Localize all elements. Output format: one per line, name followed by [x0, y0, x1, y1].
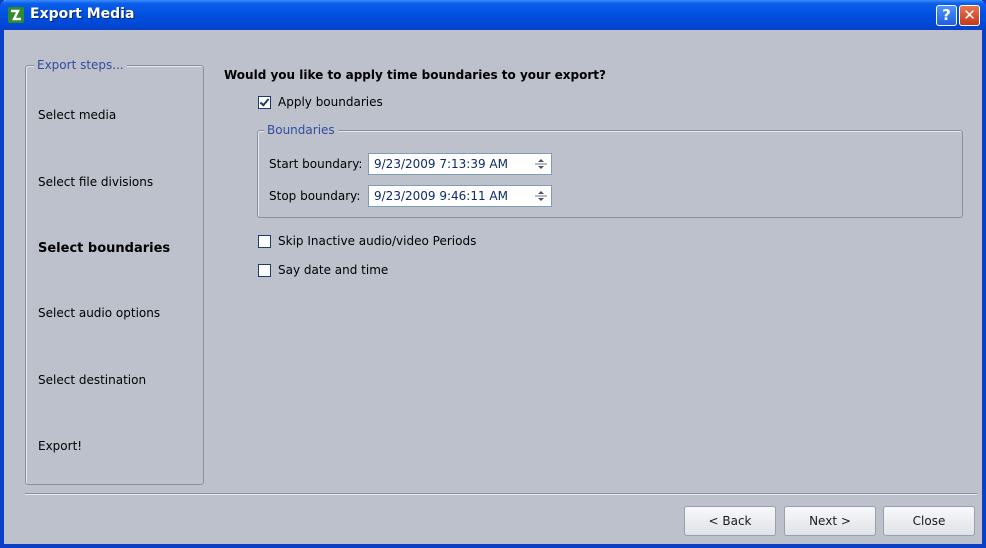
spin-arrows-icon[interactable] — [534, 189, 548, 203]
boundaries-question: Would you like to apply time boundaries … — [224, 68, 606, 82]
spin-arrows-icon[interactable] — [534, 157, 548, 171]
window-title: Export Media — [30, 6, 135, 22]
help-button[interactable]: ? — [936, 5, 957, 26]
start-boundary-label: Start boundary: — [269, 157, 363, 171]
say-date-time-label: Say date and time — [278, 263, 389, 277]
next-button[interactable]: Next > — [784, 506, 876, 536]
skip-inactive-checkbox[interactable] — [258, 234, 271, 248]
app-logo-icon — [8, 7, 24, 23]
step-select-boundaries[interactable]: Select boundaries — [38, 241, 170, 256]
boundaries-group — [257, 130, 963, 218]
apply-boundaries-checkbox[interactable] — [258, 95, 271, 109]
skip-inactive-label: Skip Inactive audio/video Periods — [278, 234, 477, 248]
export-steps-panel — [25, 65, 204, 485]
stop-boundary-picker[interactable]: 9/23/2009 9:46:11 AM — [368, 185, 552, 207]
apply-boundaries-label: Apply boundaries — [278, 95, 383, 109]
step-select-file-divisions[interactable]: Select file divisions — [38, 175, 153, 189]
step-select-destination[interactable]: Select destination — [38, 373, 146, 387]
boundaries-legend: Boundaries — [264, 123, 338, 137]
skip-inactive-row[interactable]: Skip Inactive audio/video Periods — [258, 234, 476, 248]
footer-separator — [25, 493, 977, 495]
export-steps-legend: Export steps... — [34, 58, 127, 72]
stop-boundary-value[interactable]: 9/23/2009 9:46:11 AM — [374, 189, 508, 203]
stop-boundary-label: Stop boundary: — [269, 189, 361, 203]
close-window-button[interactable]: ✕ — [959, 5, 980, 26]
start-boundary-value[interactable]: 9/23/2009 7:13:39 AM — [374, 157, 508, 171]
window-border — [0, 30, 4, 548]
apply-boundaries-row[interactable]: Apply boundaries — [258, 95, 383, 109]
start-boundary-picker[interactable]: 9/23/2009 7:13:39 AM — [368, 153, 552, 175]
say-date-time-checkbox[interactable] — [258, 263, 271, 277]
step-select-audio-options[interactable]: Select audio options — [38, 306, 160, 320]
title-bar[interactable]: Export Media ? ✕ — [0, 0, 986, 30]
back-button[interactable]: < Back — [684, 506, 776, 536]
step-select-media[interactable]: Select media — [38, 108, 116, 122]
close-button[interactable]: Close — [883, 506, 975, 536]
say-date-time-row[interactable]: Say date and time — [258, 263, 388, 277]
step-export[interactable]: Export! — [38, 439, 82, 453]
